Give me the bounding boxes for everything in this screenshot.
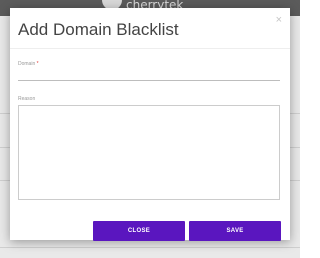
close-button[interactable]: CLOSE	[93, 221, 185, 241]
add-domain-blacklist-modal: Add Domain Blacklist × Domain * Reason C…	[10, 8, 290, 241]
page: cherrytek Add Domain Blacklist × Domain …	[0, 0, 300, 258]
reason-textarea[interactable]	[18, 105, 280, 200]
save-button[interactable]: SAVE	[189, 221, 281, 241]
modal-title: Add Domain Blacklist	[18, 20, 179, 39]
close-icon[interactable]: ×	[276, 14, 282, 26]
backdrop-divider	[0, 247, 300, 248]
required-marker: *	[36, 61, 39, 67]
modal-header-divider	[10, 48, 290, 49]
domain-input[interactable]	[18, 70, 280, 81]
domain-label: Domain *	[18, 61, 39, 67]
domain-label-text: Domain	[18, 61, 36, 67]
reason-label: Reason	[18, 96, 36, 102]
